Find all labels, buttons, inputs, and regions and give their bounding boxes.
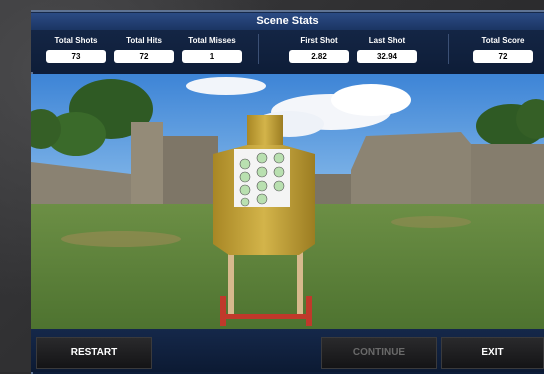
range-scene-image: [31, 74, 544, 329]
stats-divider: [258, 34, 259, 64]
stat-value: 72: [114, 50, 174, 63]
stat-label: Total Score: [481, 36, 525, 45]
stat-label: First Shot: [300, 36, 338, 45]
stat-label: Total Misses: [188, 36, 236, 45]
stat-value: 72: [473, 50, 533, 63]
stat-label: Total Hits: [126, 36, 162, 45]
continue-button[interactable]: CONTINUE: [321, 337, 437, 369]
scene-stats-title: Scene Stats: [31, 13, 544, 30]
restart-button[interactable]: RESTART: [36, 337, 152, 369]
stat-first-shot: First Shot 2.82: [289, 36, 349, 63]
stat-value: 32.94: [357, 50, 417, 63]
stat-total-score: Total Score 72: [473, 36, 533, 63]
exit-button[interactable]: EXIT: [441, 337, 544, 369]
range-scene-view[interactable]: [31, 74, 544, 329]
stat-value: 2.82: [289, 50, 349, 63]
stat-label: Total Shots: [54, 36, 98, 45]
stat-total-hits: Total Hits 72: [114, 36, 174, 63]
stat-total-shots: Total Shots 73: [46, 36, 106, 63]
stats-divider: [448, 34, 449, 64]
stat-label: Last Shot: [368, 36, 406, 45]
stat-total-misses: Total Misses 1: [182, 36, 242, 63]
stat-value: 1: [182, 50, 242, 63]
stat-last-shot: Last Shot 32.94: [357, 36, 417, 63]
stat-value: 73: [46, 50, 106, 63]
